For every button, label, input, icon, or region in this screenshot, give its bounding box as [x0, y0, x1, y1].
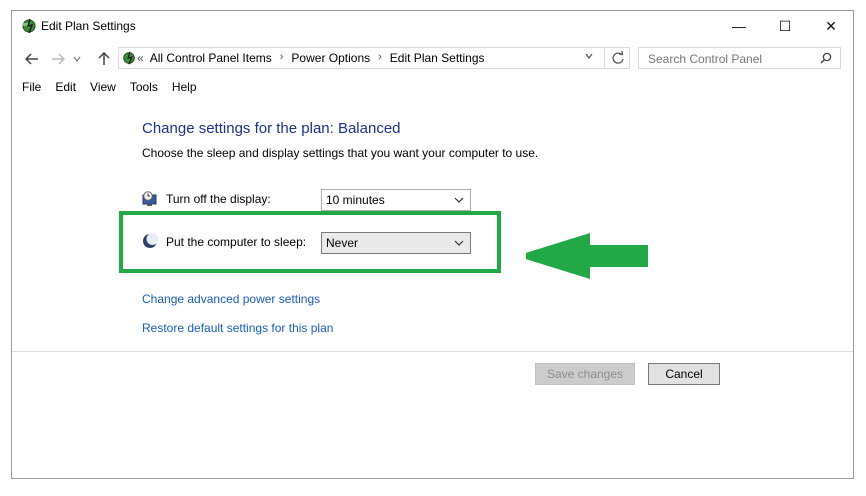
restore-default-settings-link[interactable]: Restore default settings for this plan	[142, 321, 333, 335]
refresh-icon	[612, 50, 624, 64]
display-timeout-select[interactable]: 10 minutes	[321, 189, 471, 211]
monitor-clock-icon	[142, 191, 157, 206]
recent-locations-button[interactable]	[70, 49, 84, 69]
arrow-up-icon	[98, 52, 110, 65]
forward-button[interactable]	[48, 49, 68, 69]
maximize-button[interactable]: ☐	[762, 11, 808, 41]
green-arrow-annotation	[526, 233, 648, 279]
breadcrumb-power-options[interactable]: Power Options	[291, 51, 370, 65]
menu-help[interactable]: Help	[172, 80, 205, 94]
window-title: Edit Plan Settings	[41, 19, 136, 33]
address-dropdown-button[interactable]	[584, 51, 594, 64]
close-button[interactable]: ✕	[808, 11, 854, 41]
menu-tools[interactable]: Tools	[130, 80, 166, 94]
address-divider	[604, 48, 605, 68]
page-title: Change settings for the plan: Balanced	[142, 120, 401, 137]
arrow-right-icon	[52, 53, 65, 65]
change-advanced-power-settings-link[interactable]: Change advanced power settings	[142, 292, 320, 306]
search-icon[interactable]	[820, 52, 832, 64]
footer-divider	[12, 351, 853, 352]
display-timeout-value: 10 minutes	[326, 193, 385, 207]
breadcrumb-overflow[interactable]: «	[137, 51, 150, 65]
menu-file[interactable]: File	[22, 80, 49, 94]
chevron-down-icon	[454, 240, 464, 246]
sleep-timeout-select[interactable]: Never	[321, 232, 471, 254]
breadcrumb-separator-icon[interactable]: ›	[272, 51, 292, 65]
power-options-icon	[22, 18, 36, 34]
sleep-timeout-value: Never	[326, 236, 359, 250]
up-button[interactable]	[94, 49, 114, 69]
page-subtitle: Choose the sleep and display settings th…	[142, 146, 539, 160]
menu-view[interactable]: View	[90, 80, 124, 94]
chevron-down-icon	[73, 56, 81, 62]
breadcrumb-edit-plan-settings[interactable]: Edit Plan Settings	[390, 51, 485, 65]
back-button[interactable]	[22, 49, 42, 69]
chevron-down-icon	[454, 197, 464, 203]
minimize-button[interactable]: —	[716, 11, 762, 41]
breadcrumb: « All Control Panel Items › Power Option…	[137, 51, 485, 65]
display-timeout-label: Turn off the display:	[166, 192, 271, 206]
breadcrumb-all-control-panel-items[interactable]: All Control Panel Items	[150, 51, 272, 65]
power-options-icon	[123, 51, 135, 65]
search-input[interactable]	[646, 49, 820, 69]
search-box[interactable]	[638, 47, 841, 69]
menu-edit[interactable]: Edit	[55, 80, 84, 94]
breadcrumb-separator-icon[interactable]: ›	[370, 51, 390, 65]
moon-icon	[143, 233, 158, 248]
chevron-down-icon	[585, 53, 593, 59]
menu-bar: File Edit View Tools Help	[22, 80, 211, 94]
refresh-button[interactable]	[611, 50, 625, 68]
edit-plan-settings-window: Edit Plan Settings — ☐ ✕ « All Control P…	[11, 10, 854, 479]
save-changes-button[interactable]: Save changes	[535, 363, 635, 385]
sleep-timeout-label: Put the computer to sleep:	[166, 235, 307, 249]
address-bar[interactable]: « All Control Panel Items › Power Option…	[118, 47, 630, 69]
arrow-left-icon	[25, 53, 38, 65]
cancel-button[interactable]: Cancel	[648, 363, 720, 385]
